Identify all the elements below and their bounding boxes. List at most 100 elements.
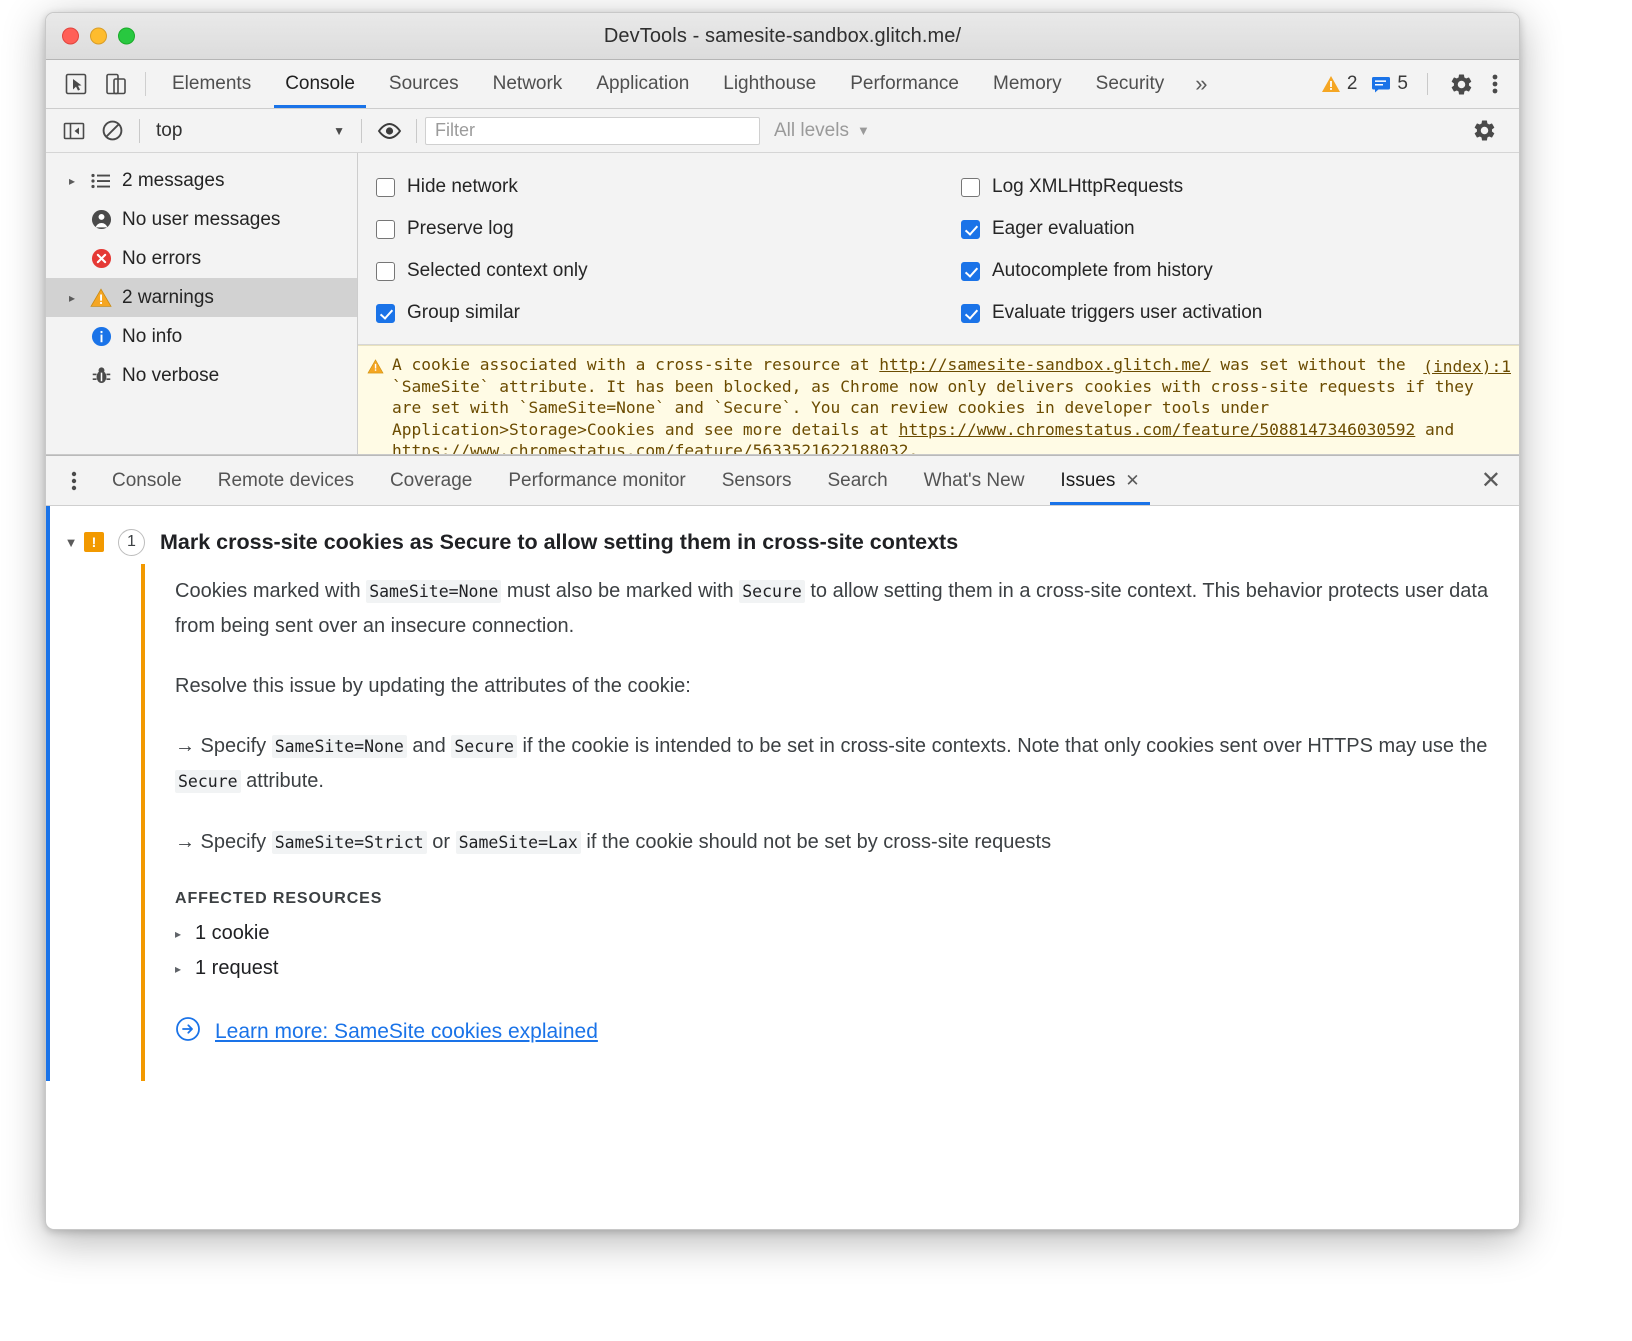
warning-triangle-icon xyxy=(1321,75,1341,93)
affected-resource-label: 1 request xyxy=(195,957,278,980)
tab-console[interactable]: Console xyxy=(268,60,372,108)
sidebar-item-messages[interactable]: ▸ 2 messages xyxy=(46,161,357,200)
drawer-tab-issues[interactable]: Issues ✕ xyxy=(1042,456,1157,505)
search-input[interactable] xyxy=(425,117,760,145)
affected-resource-row[interactable]: ▸ 1 request xyxy=(175,957,1519,980)
toolbar-divider xyxy=(1427,73,1428,95)
console-message-link[interactable]: https://www.chromestatus.com/feature/563… xyxy=(392,441,909,454)
warning-icon xyxy=(84,288,118,308)
clear-console-icon[interactable] xyxy=(93,112,131,150)
checkbox-box[interactable] xyxy=(376,262,395,281)
checkbox-box[interactable] xyxy=(961,220,980,239)
issue-body: Cookies marked with SameSite=None must a… xyxy=(141,564,1519,1081)
drawer-tab-sensors[interactable]: Sensors xyxy=(704,456,810,505)
console-message-link[interactable]: http://samesite-sandbox.glitch.me/ xyxy=(879,355,1210,374)
exclamation-glyph: ! xyxy=(92,534,97,550)
drawer-tab-search[interactable]: Search xyxy=(809,456,905,505)
close-icon[interactable]: ✕ xyxy=(1125,471,1139,491)
close-window-button[interactable] xyxy=(62,28,79,45)
issue-text-span: Resolve this issue by updating the attri… xyxy=(175,675,691,697)
drawer-tab-performance-monitor[interactable]: Performance monitor xyxy=(490,456,703,505)
console-main: Hide network Preserve log Selected conte… xyxy=(358,153,1519,454)
live-expression-icon[interactable] xyxy=(370,112,408,150)
issue-text-span: → Specify xyxy=(175,735,272,757)
expand-arrow-icon[interactable]: ▸ xyxy=(60,291,84,305)
drawer-tab-remote-devices[interactable]: Remote devices xyxy=(200,456,372,505)
close-drawer-button[interactable]: ✕ xyxy=(1463,466,1519,495)
window-controls[interactable] xyxy=(62,28,135,45)
issues-content: ▼ ! 1 Mark cross-site cookies as Secure … xyxy=(46,506,1519,1081)
log-level-selector[interactable]: All levels ▼ xyxy=(760,120,870,142)
checkbox-box[interactable] xyxy=(376,178,395,197)
tab-security[interactable]: Security xyxy=(1079,60,1182,108)
device-toolbar-icon[interactable] xyxy=(96,60,136,108)
issue-title: Mark cross-site cookies as Secure to all… xyxy=(160,530,958,555)
expand-arrow-icon[interactable]: ▸ xyxy=(175,927,195,941)
console-sidebar: ▸ 2 messages xyxy=(46,153,358,454)
checkbox-box[interactable] xyxy=(376,220,395,239)
checkbox-evaluate-triggers-user-activation[interactable]: Evaluate triggers user activation xyxy=(961,292,1262,334)
message-bubble-icon xyxy=(1371,75,1391,93)
checkbox-box[interactable] xyxy=(961,304,980,323)
drawer-tab-coverage[interactable]: Coverage xyxy=(372,456,490,505)
tab-memory[interactable]: Memory xyxy=(976,60,1079,108)
checkbox-box[interactable] xyxy=(961,262,980,281)
sidebar-item-user-messages[interactable]: No user messages xyxy=(46,200,357,239)
issues-focus-rail xyxy=(46,506,50,1081)
issue-text-span: and xyxy=(407,735,451,757)
checkbox-preserve-log[interactable]: Preserve log xyxy=(376,208,943,250)
issue-text-span: Cookies marked with xyxy=(175,580,366,602)
minimize-window-button[interactable] xyxy=(90,28,107,45)
checkbox-hide-network[interactable]: Hide network xyxy=(376,166,943,208)
execution-context-selector[interactable]: top ▼ xyxy=(148,116,353,146)
sidebar-item-warnings[interactable]: ▸ 2 warnings xyxy=(46,278,357,317)
console-message-span: A cookie associated with a cross-site re… xyxy=(392,355,879,374)
show-console-sidebar-icon[interactable] xyxy=(55,112,93,150)
log-level-value: All levels xyxy=(774,120,849,142)
affected-resource-row[interactable]: ▸ 1 cookie xyxy=(175,922,1519,945)
more-tabs-button[interactable]: » xyxy=(1181,60,1221,108)
learn-more-link[interactable]: Learn more: SameSite cookies explained xyxy=(215,1020,598,1044)
checkbox-label: Evaluate triggers user activation xyxy=(992,302,1262,324)
gear-icon[interactable] xyxy=(1440,72,1483,97)
kebab-menu-icon[interactable] xyxy=(1483,72,1507,96)
drawer-tab-label: Search xyxy=(827,470,887,492)
console-settings-gear-icon[interactable] xyxy=(1463,118,1506,143)
checkbox-box[interactable] xyxy=(376,304,395,323)
tab-application[interactable]: Application xyxy=(579,60,706,108)
tab-elements[interactable]: Elements xyxy=(155,60,268,108)
collapse-arrow-icon[interactable]: ▼ xyxy=(58,535,84,550)
issue-counter[interactable]: 5 xyxy=(1364,73,1415,95)
console-message-list: A cookie associated with a cross-site re… xyxy=(358,345,1519,454)
drawer-tabbar: Console Remote devices Coverage Performa… xyxy=(46,455,1519,506)
tab-network[interactable]: Network xyxy=(476,60,580,108)
checkbox-eager-evaluation[interactable]: Eager evaluation xyxy=(961,208,1262,250)
checkbox-autocomplete-from-history[interactable]: Autocomplete from history xyxy=(961,250,1262,292)
warning-triangle-icon xyxy=(358,354,392,454)
console-message-link[interactable]: https://www.chromestatus.com/feature/508… xyxy=(899,420,1416,439)
expand-arrow-icon[interactable]: ▸ xyxy=(175,962,195,976)
drawer-menu-icon[interactable] xyxy=(54,470,94,492)
sidebar-item-errors[interactable]: No errors xyxy=(46,239,357,278)
sidebar-item-label: No user messages xyxy=(118,209,280,231)
tab-performance[interactable]: Performance xyxy=(833,60,976,108)
tab-sources[interactable]: Sources xyxy=(372,60,476,108)
drawer-tab-console[interactable]: Console xyxy=(94,456,200,505)
issue-header[interactable]: ▼ ! 1 Mark cross-site cookies as Secure … xyxy=(46,520,1519,564)
maximize-window-button[interactable] xyxy=(118,28,135,45)
sidebar-item-verbose[interactable]: No verbose xyxy=(46,356,357,395)
console-message[interactable]: A cookie associated with a cross-site re… xyxy=(358,345,1519,454)
expand-arrow-icon[interactable]: ▸ xyxy=(60,174,84,188)
sidebar-item-label: 2 messages xyxy=(118,170,224,192)
learn-more-row[interactable]: Learn more: SameSite cookies explained xyxy=(175,1016,1519,1047)
checkbox-log-xmlhttprequests[interactable]: Log XMLHttpRequests xyxy=(961,166,1262,208)
checkbox-selected-context-only[interactable]: Selected context only xyxy=(376,250,943,292)
sidebar-item-info[interactable]: No info xyxy=(46,317,357,356)
console-message-source[interactable]: (index):1 xyxy=(1423,357,1511,376)
drawer-tab-whats-new[interactable]: What's New xyxy=(906,456,1043,505)
warning-counter[interactable]: 2 xyxy=(1314,73,1365,95)
checkbox-box[interactable] xyxy=(961,178,980,197)
inspect-element-icon[interactable] xyxy=(56,60,96,108)
checkbox-group-similar[interactable]: Group similar xyxy=(376,292,943,334)
tab-lighthouse[interactable]: Lighthouse xyxy=(706,60,833,108)
